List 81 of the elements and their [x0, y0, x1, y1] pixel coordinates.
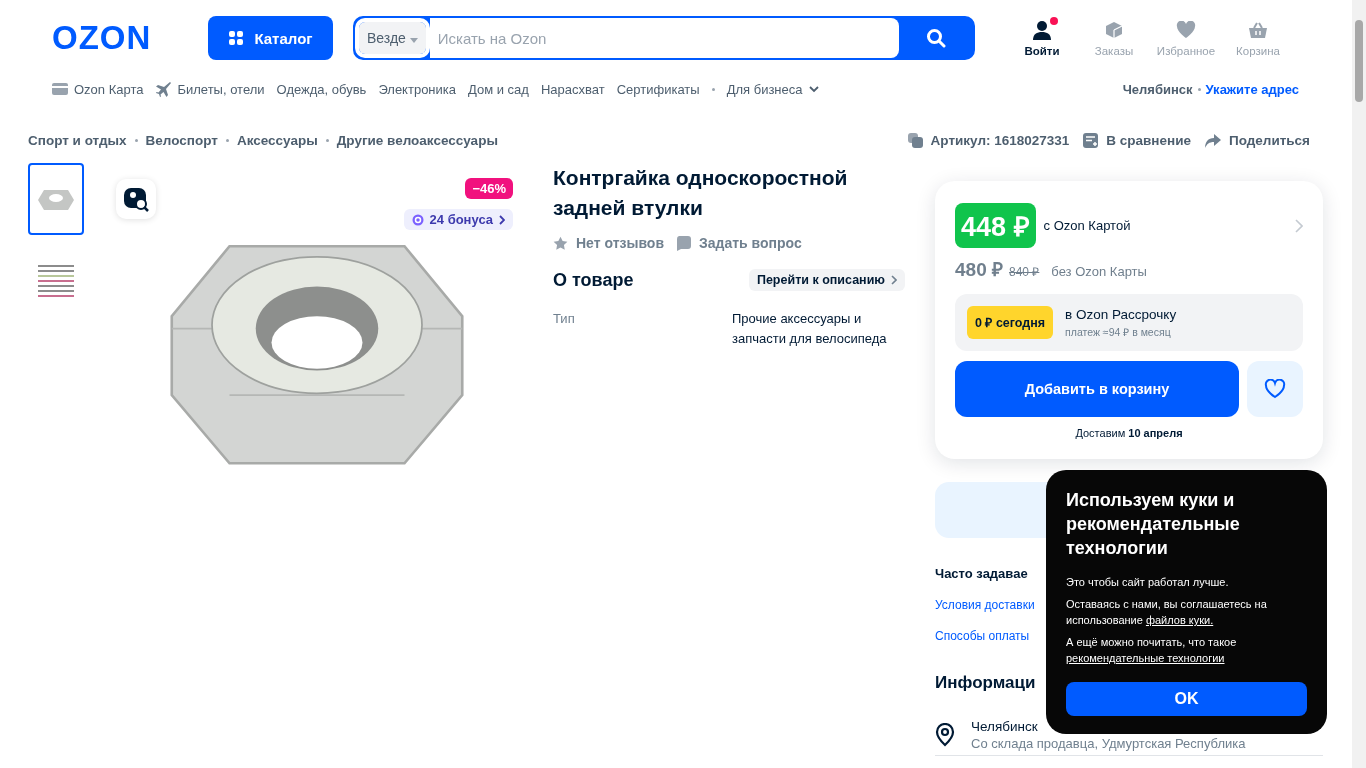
- nav-link[interactable]: Сертификаты: [616, 81, 700, 97]
- copy-icon: [907, 133, 923, 148]
- price: 480 ₽: [955, 258, 1003, 282]
- chevron-right-icon: [891, 275, 897, 285]
- plane-icon: [155, 81, 172, 97]
- separator-dot: [134, 139, 138, 142]
- go-to-description-button[interactable]: Перейти к описанию: [748, 269, 905, 291]
- breadcrumb-link[interactable]: Аксессуары: [236, 133, 318, 148]
- faq-link[interactable]: Условия доставки: [935, 598, 1045, 612]
- installment-panel[interactable]: 0 ₽ сегодня в Ozon Рассрочку платеж ≈94 ₽ в месяц: [955, 294, 1303, 351]
- nav-link[interactable]: Ozon Карта: [52, 81, 144, 97]
- installment-title: в Ozon Рассрочку: [1065, 306, 1177, 322]
- cookie-text: Это чтобы сайт работал лучше.: [1066, 575, 1230, 590]
- old-price: 840 ₽: [1009, 264, 1040, 280]
- ozon-logo[interactable]: OZON: [52, 19, 208, 57]
- image-search-icon: [123, 186, 149, 212]
- breadcrumb-link[interactable]: Спорт и отдых: [28, 133, 127, 148]
- scrollbar-thumb[interactable]: [1355, 20, 1363, 102]
- star-icon: [553, 235, 568, 251]
- basket-icon: [1248, 21, 1268, 39]
- location-pin-icon: [935, 723, 955, 747]
- nav-link[interactable]: Дом и сад: [468, 81, 529, 97]
- spec-value: Прочие аксессуары и запчасти для велосипеда: [732, 310, 888, 348]
- installment-badge: 0 ₽ сегодня: [967, 306, 1054, 339]
- box-icon: [1105, 21, 1123, 39]
- reviews-link[interactable]: Нет отзывов: [553, 235, 664, 251]
- card-price-label: с Ozon Картой: [1043, 218, 1132, 233]
- chevron-down-icon: [808, 85, 819, 93]
- heart-icon: [1264, 379, 1286, 399]
- share-icon: [1204, 133, 1221, 148]
- cookie-link[interactable]: файлов куки.: [1145, 614, 1214, 626]
- thumbnail[interactable]: [28, 163, 84, 235]
- coins-icon: [411, 213, 424, 226]
- location-city: Челябинск: [971, 719, 1039, 734]
- city-label: Челябинск: [1122, 81, 1193, 97]
- delivery-date: Доставим 10 апреля: [1075, 427, 1183, 439]
- cookie-link[interactable]: рекомендательные технологии: [1066, 652, 1225, 664]
- nav-link[interactable]: Нарасхват: [540, 81, 605, 97]
- separator-dot: [711, 87, 715, 91]
- breadcrumb-link[interactable]: Другие велоаксессуары: [336, 133, 498, 148]
- address-link[interactable]: Укажите адрес: [1205, 81, 1299, 97]
- nav-link[interactable]: Для бизнеса: [726, 81, 819, 97]
- faq-link[interactable]: Способы оплаты: [935, 629, 1045, 643]
- ok-button[interactable]: OK: [1066, 682, 1307, 716]
- product-action[interactable]: Поделиться: [1204, 133, 1310, 148]
- section-heading: О товаре: [553, 269, 634, 291]
- nav-link[interactable]: Одежда, обувь: [276, 81, 367, 97]
- image-search-button[interactable]: [116, 179, 156, 219]
- ask-question-link[interactable]: Задать вопрос: [676, 235, 802, 251]
- bonus-badge[interactable]: 24 бонуса: [403, 209, 513, 230]
- info-heading: Информаци: [935, 673, 1037, 693]
- favorite-button[interactable]: [1247, 361, 1303, 417]
- header-action[interactable]: Войти: [1009, 19, 1075, 57]
- spec-name: Тип: [553, 310, 576, 328]
- breadcrumb-link[interactable]: Велоспорт: [145, 133, 218, 148]
- cookie-text: А ещё можно почитать, что такое рекомендательные технологии: [1066, 635, 1238, 666]
- installment-subtitle: платеж ≈94 ₽ в месяц: [1065, 324, 1172, 339]
- discount-badge: −46%: [465, 178, 513, 199]
- compare-icon: [1083, 133, 1099, 148]
- user-icon: [1032, 20, 1052, 40]
- separator-dot: [225, 139, 229, 142]
- product-action[interactable]: В сравнение: [1083, 133, 1191, 148]
- add-to-cart-button[interactable]: Добавить в корзину: [955, 361, 1239, 417]
- grid-icon: [228, 30, 245, 46]
- product-title: Контргайка односкоростной задней втулки: [553, 165, 849, 221]
- scrollbar[interactable]: [1352, 0, 1366, 768]
- catalog-button[interactable]: Каталог: [208, 16, 333, 60]
- nav-link[interactable]: Билеты, отели: [155, 81, 265, 97]
- price-label: без Ozon Карты: [1051, 264, 1147, 279]
- cookie-title: Используем куки и рекомендательные технологии: [1066, 489, 1241, 560]
- product-action[interactable]: Артикул: 1618027331: [907, 133, 1070, 148]
- separator-dot: [1197, 87, 1201, 91]
- warehouse-label: Со склада продавца, Удмуртская Республика: [971, 736, 1246, 751]
- separator-dot: [325, 139, 329, 142]
- card-icon: [52, 83, 68, 95]
- heart-icon: [1176, 21, 1196, 39]
- cookie-text: Оставаясь с нами, вы соглашаетесь на использование файлов куки.: [1066, 597, 1268, 628]
- faq-heading: Часто задавае: [935, 566, 1029, 581]
- nav-link[interactable]: Электроника: [378, 81, 456, 97]
- card-price: 448 ₽: [955, 203, 1036, 248]
- chevron-right-icon: [499, 214, 505, 225]
